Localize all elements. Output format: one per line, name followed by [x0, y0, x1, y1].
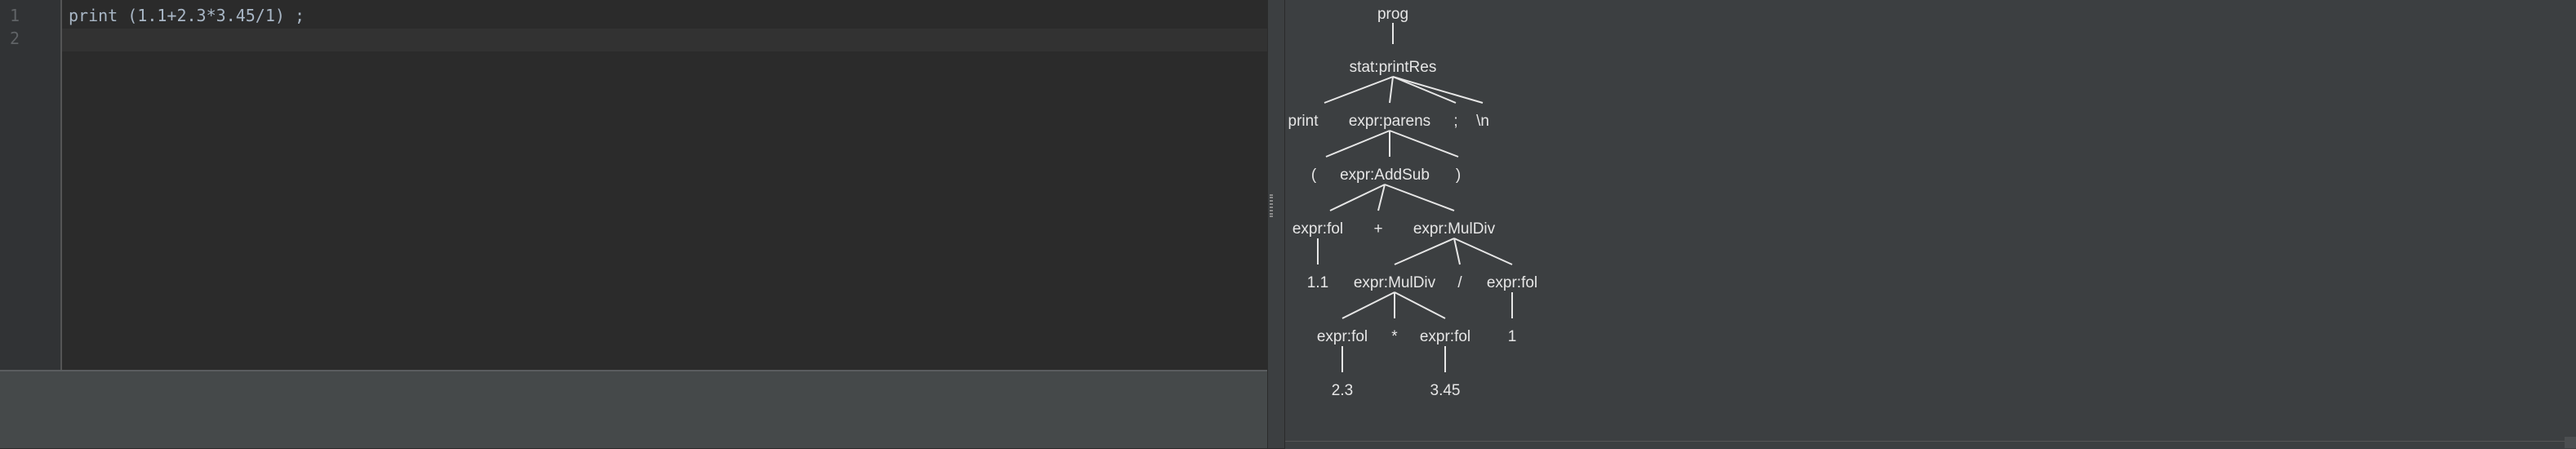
tree-node-v11: 1.1 — [1307, 274, 1328, 291]
splitter-grip-icon[interactable] — [1270, 194, 1273, 217]
output-console[interactable] — [0, 370, 1267, 448]
tree-node-v345: 3.45 — [1430, 382, 1461, 399]
current-line-highlight — [62, 29, 1267, 51]
tree-node-parens: expr:parens — [1349, 113, 1430, 130]
tree-node-star: * — [1391, 328, 1398, 345]
tree-node-muldiv_outer: expr:MulDiv — [1413, 220, 1496, 238]
tree-node-lparen: ( — [1311, 167, 1317, 184]
tree-edge — [1453, 238, 1513, 265]
tree-node-fol11: expr:fol — [1292, 220, 1343, 238]
tree-node-v23: 2.3 — [1332, 382, 1353, 399]
tree-node-stat: stat:printRes — [1350, 59, 1437, 76]
parse-tree-panel: prog stat:printRes print expr:parens; \n ( exp… — [1285, 0, 2576, 448]
tree-edge — [1377, 184, 1386, 211]
line-number: 1 — [10, 6, 20, 25]
tree-edge — [1324, 76, 1394, 104]
code-editor[interactable]: 1 2 print (1.1+2.3*3.45/1) ; — [0, 0, 1267, 370]
resize-handle[interactable] — [2565, 437, 2576, 448]
tree-node-fol23: expr:fol — [1317, 328, 1368, 345]
tree-node-v1: 1 — [1508, 328, 1517, 345]
tree-edge — [1329, 184, 1386, 211]
tree-edge — [1392, 76, 1457, 104]
parse-tree-diagram: prog stat:printRes print expr:parens; \n ( exp… — [1288, 6, 1538, 399]
tree-node-rparen: ) — [1456, 167, 1461, 184]
tree-edge — [1389, 76, 1394, 104]
tree-edge — [1325, 130, 1390, 158]
tree-edge — [1394, 238, 1455, 265]
tree-node-newline: \n — [1476, 113, 1489, 130]
tree-node-semi: ; — [1453, 113, 1457, 130]
tree-node-muldiv_inner: expr:MulDiv — [1354, 274, 1436, 291]
panel-splitter[interactable] — [1267, 0, 1285, 448]
tree-edge — [1341, 291, 1395, 319]
tree-node-prog: prog — [1377, 6, 1408, 23]
tree-node-print: print — [1288, 113, 1319, 130]
tree-node-addsub: expr:AddSub — [1340, 167, 1430, 184]
tree-edge — [1392, 76, 1484, 104]
tree-edge — [1394, 291, 1446, 319]
tree-node-plus: + — [1373, 220, 1382, 238]
line-number: 2 — [10, 29, 20, 48]
line-number-gutter: 1 2 — [0, 0, 62, 370]
tree-node-slash: / — [1457, 274, 1462, 291]
tree-edge — [1389, 130, 1459, 158]
tree-edge — [1384, 184, 1455, 211]
tree-edge — [1453, 238, 1461, 265]
tree-node-fol345: expr:fol — [1420, 328, 1470, 345]
code-line[interactable]: print (1.1+2.3*3.45/1) ; — [69, 6, 305, 25]
tree-node-fol1: expr:fol — [1487, 274, 1537, 291]
